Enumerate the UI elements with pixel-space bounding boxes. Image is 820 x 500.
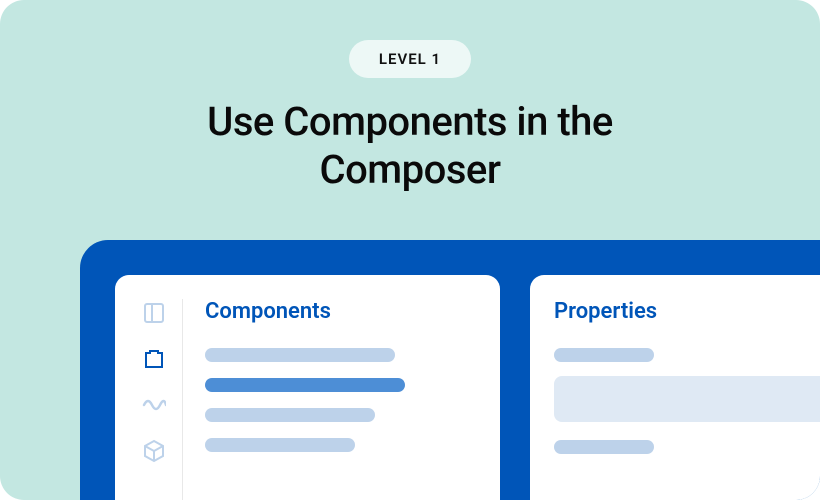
wave-icon[interactable]: [142, 393, 166, 417]
components-title: Components: [205, 299, 476, 324]
list-item: [205, 438, 355, 452]
list-item: [205, 408, 375, 422]
cube-icon[interactable]: [142, 439, 166, 463]
properties-panel: Properties: [530, 275, 820, 500]
card-title: Use Components in the Composer: [0, 98, 820, 194]
properties-title: Properties: [554, 299, 820, 324]
panel-icon[interactable]: [142, 301, 166, 325]
title-line-2: Composer: [320, 146, 501, 193]
list-item: [205, 348, 395, 362]
components-body: Components: [183, 299, 476, 500]
property-label: [554, 440, 654, 454]
property-label: [554, 348, 654, 362]
list-item: [205, 378, 405, 392]
components-panel: Components: [115, 275, 500, 500]
tutorial-card: LEVEL 1 Use Components in the Composer: [0, 0, 820, 500]
icon-rail: [139, 299, 183, 500]
title-line-1: Use Components in the: [207, 98, 613, 145]
level-badge: LEVEL 1: [349, 40, 471, 78]
composer-window: Components Properties: [80, 240, 820, 500]
property-field: [554, 376, 820, 422]
properties-body: [554, 348, 820, 454]
components-list: [205, 348, 476, 452]
block-icon[interactable]: [142, 347, 166, 371]
card-header: LEVEL 1 Use Components in the Composer: [0, 0, 820, 194]
